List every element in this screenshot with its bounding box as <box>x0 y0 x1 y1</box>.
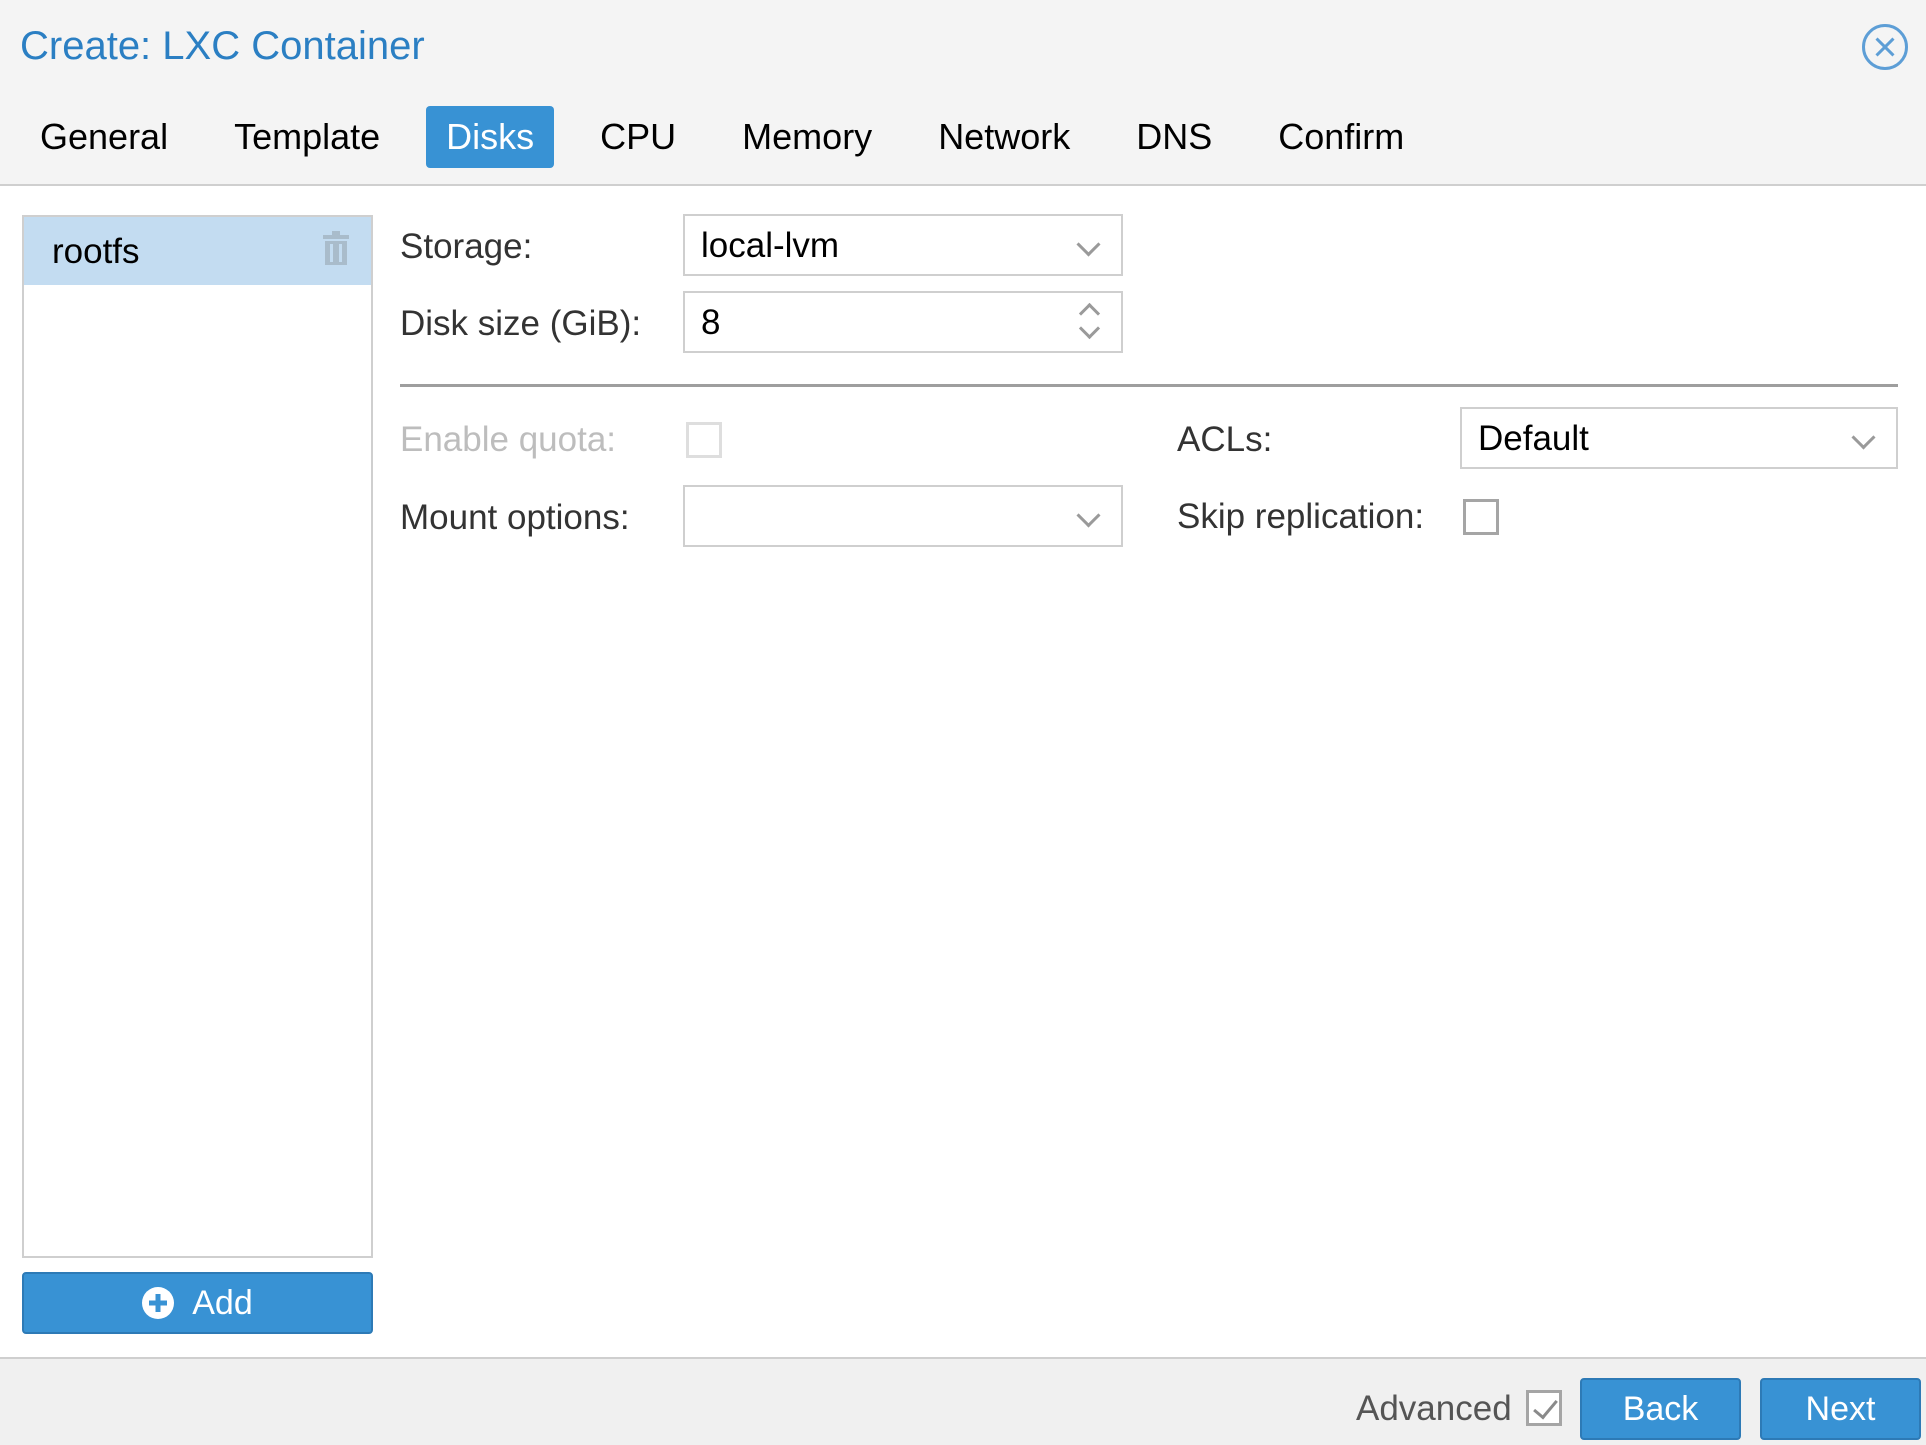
enable-quota-label: Enable quota: <box>400 420 617 459</box>
chevron-down-icon[interactable] <box>1851 425 1876 450</box>
spin-down-icon[interactable] <box>1078 317 1101 340</box>
plus-circle-icon <box>142 1287 175 1319</box>
tab-dns[interactable]: DNS <box>1116 106 1232 168</box>
storage-value: local-lvm <box>701 226 840 265</box>
add-disk-button[interactable]: Add <box>22 1272 373 1334</box>
storage-select[interactable]: local-lvm <box>683 214 1123 276</box>
back-button[interactable]: Back <box>1580 1378 1741 1440</box>
chevron-down-icon[interactable] <box>1076 503 1101 528</box>
enable-quota-checkbox <box>686 422 722 458</box>
tab-disks[interactable]: Disks <box>426 106 555 168</box>
trash-icon[interactable] <box>323 231 349 265</box>
wizard-tabs: General Template Disks CPU Memory Networ… <box>20 106 1450 168</box>
skip-replication-checkbox[interactable] <box>1463 499 1499 535</box>
disk-size-value: 8 <box>701 303 721 342</box>
disk-size-input[interactable]: 8 <box>683 291 1123 353</box>
chevron-down-icon[interactable] <box>1076 232 1101 257</box>
acls-value: Default <box>1478 419 1589 458</box>
acls-label: ACLs: <box>1177 420 1273 459</box>
dialog-header: Create: LXC Container General Template D… <box>0 0 1926 186</box>
form-divider <box>400 384 1898 387</box>
tab-template[interactable]: Template <box>214 106 400 168</box>
mount-options-select[interactable] <box>683 485 1123 547</box>
tab-network[interactable]: Network <box>918 106 1090 168</box>
acls-select[interactable]: Default <box>1460 407 1898 469</box>
storage-label: Storage: <box>400 227 533 266</box>
close-icon[interactable] <box>1862 24 1908 70</box>
next-button[interactable]: Next <box>1760 1378 1921 1440</box>
disk-size-label: Disk size (GiB): <box>400 304 642 343</box>
disk-item-rootfs[interactable]: rootfs <box>24 217 371 285</box>
mount-options-label: Mount options: <box>400 498 630 537</box>
skip-replication-label: Skip replication: <box>1177 497 1425 536</box>
disk-list: rootfs <box>22 215 373 1258</box>
add-button-label: Add <box>192 1283 253 1322</box>
advanced-label: Advanced <box>1356 1389 1512 1428</box>
tab-memory[interactable]: Memory <box>722 106 892 168</box>
tab-confirm[interactable]: Confirm <box>1258 106 1424 168</box>
advanced-checkbox[interactable] <box>1526 1390 1562 1426</box>
tab-cpu[interactable]: CPU <box>580 106 696 168</box>
tab-general[interactable]: General <box>20 106 188 168</box>
disk-item-label: rootfs <box>52 232 140 271</box>
dialog-title: Create: LXC Container <box>20 24 425 68</box>
